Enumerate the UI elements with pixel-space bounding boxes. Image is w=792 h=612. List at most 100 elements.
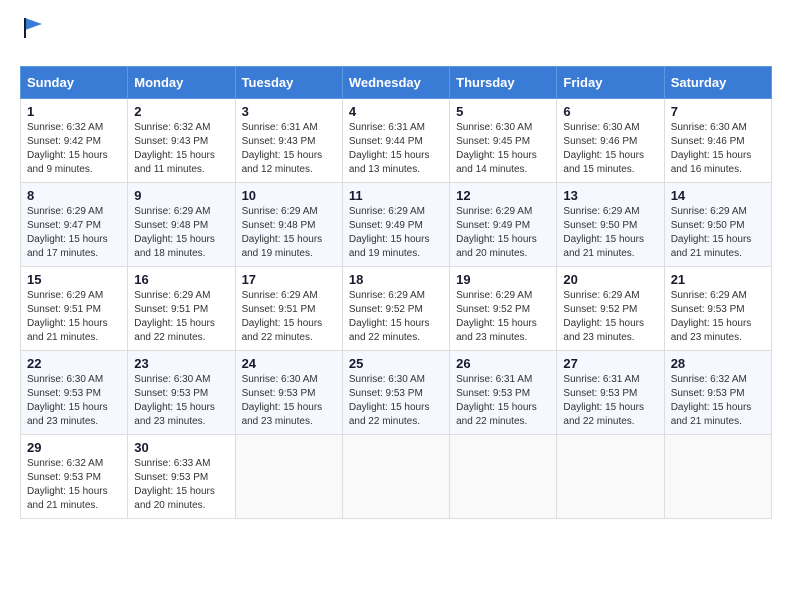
calendar-week-row: 29 Sunrise: 6:32 AMSunset: 9:53 PMDayligh… — [21, 435, 772, 519]
calendar-day-cell: 16 Sunrise: 6:29 AMSunset: 9:51 PMDayligh… — [128, 267, 235, 351]
calendar-week-row: 8 Sunrise: 6:29 AMSunset: 9:47 PMDaylight… — [21, 183, 772, 267]
day-number: 21 — [671, 272, 765, 287]
calendar-week-row: 1Sunrise: 6:32 AMSunset: 9:42 PMDaylight… — [21, 99, 772, 183]
day-number: 25 — [349, 356, 443, 371]
calendar-day-cell: 28 Sunrise: 6:32 AMSunset: 9:53 PMDayligh… — [664, 351, 771, 435]
calendar-day-cell: 29 Sunrise: 6:32 AMSunset: 9:53 PMDayligh… — [21, 435, 128, 519]
calendar-header-thursday: Thursday — [450, 67, 557, 99]
calendar-day-cell: 11Sunrise: 6:29 AMSunset: 9:49 PMDayligh… — [342, 183, 449, 267]
day-info: Sunrise: 6:30 AMSunset: 9:46 PMDaylight:… — [563, 121, 657, 177]
calendar-day-cell: 27 Sunrise: 6:31 AMSunset: 9:53 PMDayligh… — [557, 351, 664, 435]
day-info: Sunrise: 6:29 AMSunset: 9:51 PMDaylight:… — [134, 289, 228, 345]
calendar-day-cell — [450, 435, 557, 519]
day-info: Sunrise: 6:29 AMSunset: 9:51 PMDaylight:… — [242, 289, 336, 345]
day-number: 27 — [563, 356, 657, 371]
day-info: Sunrise: 6:31 AMSunset: 9:53 PMDaylight:… — [563, 373, 657, 429]
day-number: 14 — [671, 188, 765, 203]
day-info: Sunrise: 6:32 AMSunset: 9:53 PMDaylight:… — [671, 373, 765, 429]
day-info: Sunrise: 6:30 AMSunset: 9:53 PMDaylight:… — [242, 373, 336, 429]
calendar-day-cell: 20Sunrise: 6:29 AMSunset: 9:52 PMDayligh… — [557, 267, 664, 351]
calendar-day-cell: 7 Sunrise: 6:30 AMSunset: 9:46 PMDaylight… — [664, 99, 771, 183]
day-info: Sunrise: 6:32 AMSunset: 9:43 PMDaylight:… — [134, 121, 228, 177]
day-info: Sunrise: 6:29 AMSunset: 9:52 PMDaylight:… — [456, 289, 550, 345]
calendar-day-cell: 22 Sunrise: 6:30 AMSunset: 9:53 PMDayligh… — [21, 351, 128, 435]
day-info: Sunrise: 6:30 AMSunset: 9:53 PMDaylight:… — [349, 373, 443, 429]
day-info: Sunrise: 6:29 AMSunset: 9:52 PMDaylight:… — [349, 289, 443, 345]
calendar-day-cell: 24 Sunrise: 6:30 AMSunset: 9:53 PMDayligh… — [235, 351, 342, 435]
day-info: Sunrise: 6:29 AMSunset: 9:49 PMDaylight:… — [349, 205, 443, 261]
calendar-day-cell: 15 Sunrise: 6:29 AMSunset: 9:51 PMDayligh… — [21, 267, 128, 351]
day-info: Sunrise: 6:30 AMSunset: 9:53 PMDaylight:… — [134, 373, 228, 429]
header — [20, 20, 772, 50]
calendar-day-cell: 21 Sunrise: 6:29 AMSunset: 9:53 PMDayligh… — [664, 267, 771, 351]
calendar-week-row: 15 Sunrise: 6:29 AMSunset: 9:51 PMDayligh… — [21, 267, 772, 351]
day-info: Sunrise: 6:30 AMSunset: 9:53 PMDaylight:… — [27, 373, 121, 429]
day-info: Sunrise: 6:29 AMSunset: 9:50 PMDaylight:… — [563, 205, 657, 261]
calendar-week-row: 22 Sunrise: 6:30 AMSunset: 9:53 PMDayligh… — [21, 351, 772, 435]
day-number: 8 — [27, 188, 121, 203]
day-info: Sunrise: 6:30 AMSunset: 9:45 PMDaylight:… — [456, 121, 550, 177]
logo — [20, 20, 46, 50]
day-number: 30 — [134, 440, 228, 455]
day-number: 5 — [456, 104, 550, 119]
day-number: 10 — [242, 188, 336, 203]
calendar-day-cell: 4Sunrise: 6:31 AMSunset: 9:44 PMDaylight… — [342, 99, 449, 183]
calendar-body: 1Sunrise: 6:32 AMSunset: 9:42 PMDaylight… — [21, 99, 772, 519]
calendar-day-cell: 23 Sunrise: 6:30 AMSunset: 9:53 PMDayligh… — [128, 351, 235, 435]
day-info: Sunrise: 6:31 AMSunset: 9:53 PMDaylight:… — [456, 373, 550, 429]
day-info: Sunrise: 6:29 AMSunset: 9:53 PMDaylight:… — [671, 289, 765, 345]
calendar-day-cell — [557, 435, 664, 519]
day-number: 19 — [456, 272, 550, 287]
calendar-header-monday: Monday — [128, 67, 235, 99]
day-number: 18 — [349, 272, 443, 287]
calendar-day-cell — [342, 435, 449, 519]
day-info: Sunrise: 6:29 AMSunset: 9:50 PMDaylight:… — [671, 205, 765, 261]
calendar-day-cell: 26Sunrise: 6:31 AMSunset: 9:53 PMDayligh… — [450, 351, 557, 435]
day-number: 1 — [27, 104, 121, 119]
day-number: 6 — [563, 104, 657, 119]
calendar-day-cell: 5 Sunrise: 6:30 AMSunset: 9:45 PMDaylight… — [450, 99, 557, 183]
day-number: 16 — [134, 272, 228, 287]
day-number: 12 — [456, 188, 550, 203]
calendar-day-cell: 3 Sunrise: 6:31 AMSunset: 9:43 PMDaylight… — [235, 99, 342, 183]
calendar-day-cell: 8 Sunrise: 6:29 AMSunset: 9:47 PMDaylight… — [21, 183, 128, 267]
day-number: 17 — [242, 272, 336, 287]
day-number: 23 — [134, 356, 228, 371]
calendar-header-saturday: Saturday — [664, 67, 771, 99]
day-number: 7 — [671, 104, 765, 119]
calendar-header-sunday: Sunday — [21, 67, 128, 99]
day-number: 9 — [134, 188, 228, 203]
day-number: 24 — [242, 356, 336, 371]
calendar-header-friday: Friday — [557, 67, 664, 99]
day-info: Sunrise: 6:32 AMSunset: 9:53 PMDaylight:… — [27, 457, 121, 513]
calendar-day-cell: 2 Sunrise: 6:32 AMSunset: 9:43 PMDaylight… — [128, 99, 235, 183]
day-number: 28 — [671, 356, 765, 371]
calendar-day-cell: 14 Sunrise: 6:29 AMSunset: 9:50 PMDayligh… — [664, 183, 771, 267]
calendar-day-cell: 10Sunrise: 6:29 AMSunset: 9:48 PMDayligh… — [235, 183, 342, 267]
day-info: Sunrise: 6:29 AMSunset: 9:47 PMDaylight:… — [27, 205, 121, 261]
calendar-header-row: SundayMondayTuesdayWednesdayThursdayFrid… — [21, 67, 772, 99]
day-number: 15 — [27, 272, 121, 287]
calendar-table: SundayMondayTuesdayWednesdayThursdayFrid… — [20, 66, 772, 519]
calendar-day-cell — [664, 435, 771, 519]
calendar-day-cell: 12 Sunrise: 6:29 AMSunset: 9:49 PMDayligh… — [450, 183, 557, 267]
day-info: Sunrise: 6:29 AMSunset: 9:49 PMDaylight:… — [456, 205, 550, 261]
day-info: Sunrise: 6:30 AMSunset: 9:46 PMDaylight:… — [671, 121, 765, 177]
calendar-day-cell: 13Sunrise: 6:29 AMSunset: 9:50 PMDayligh… — [557, 183, 664, 267]
logo-flag-icon — [22, 16, 46, 40]
day-info: Sunrise: 6:31 AMSunset: 9:43 PMDaylight:… — [242, 121, 336, 177]
calendar-day-cell: 30Sunrise: 6:33 AMSunset: 9:53 PMDayligh… — [128, 435, 235, 519]
day-number: 3 — [242, 104, 336, 119]
day-number: 2 — [134, 104, 228, 119]
day-number: 20 — [563, 272, 657, 287]
calendar-day-cell: 9Sunrise: 6:29 AMSunset: 9:48 PMDaylight… — [128, 183, 235, 267]
day-number: 29 — [27, 440, 121, 455]
calendar-day-cell — [235, 435, 342, 519]
day-info: Sunrise: 6:29 AMSunset: 9:51 PMDaylight:… — [27, 289, 121, 345]
calendar-day-cell: 19 Sunrise: 6:29 AMSunset: 9:52 PMDayligh… — [450, 267, 557, 351]
calendar-day-cell: 6 Sunrise: 6:30 AMSunset: 9:46 PMDaylight… — [557, 99, 664, 183]
day-number: 4 — [349, 104, 443, 119]
calendar-day-cell: 17 Sunrise: 6:29 AMSunset: 9:51 PMDayligh… — [235, 267, 342, 351]
day-number: 22 — [27, 356, 121, 371]
calendar-day-cell: 25 Sunrise: 6:30 AMSunset: 9:53 PMDayligh… — [342, 351, 449, 435]
